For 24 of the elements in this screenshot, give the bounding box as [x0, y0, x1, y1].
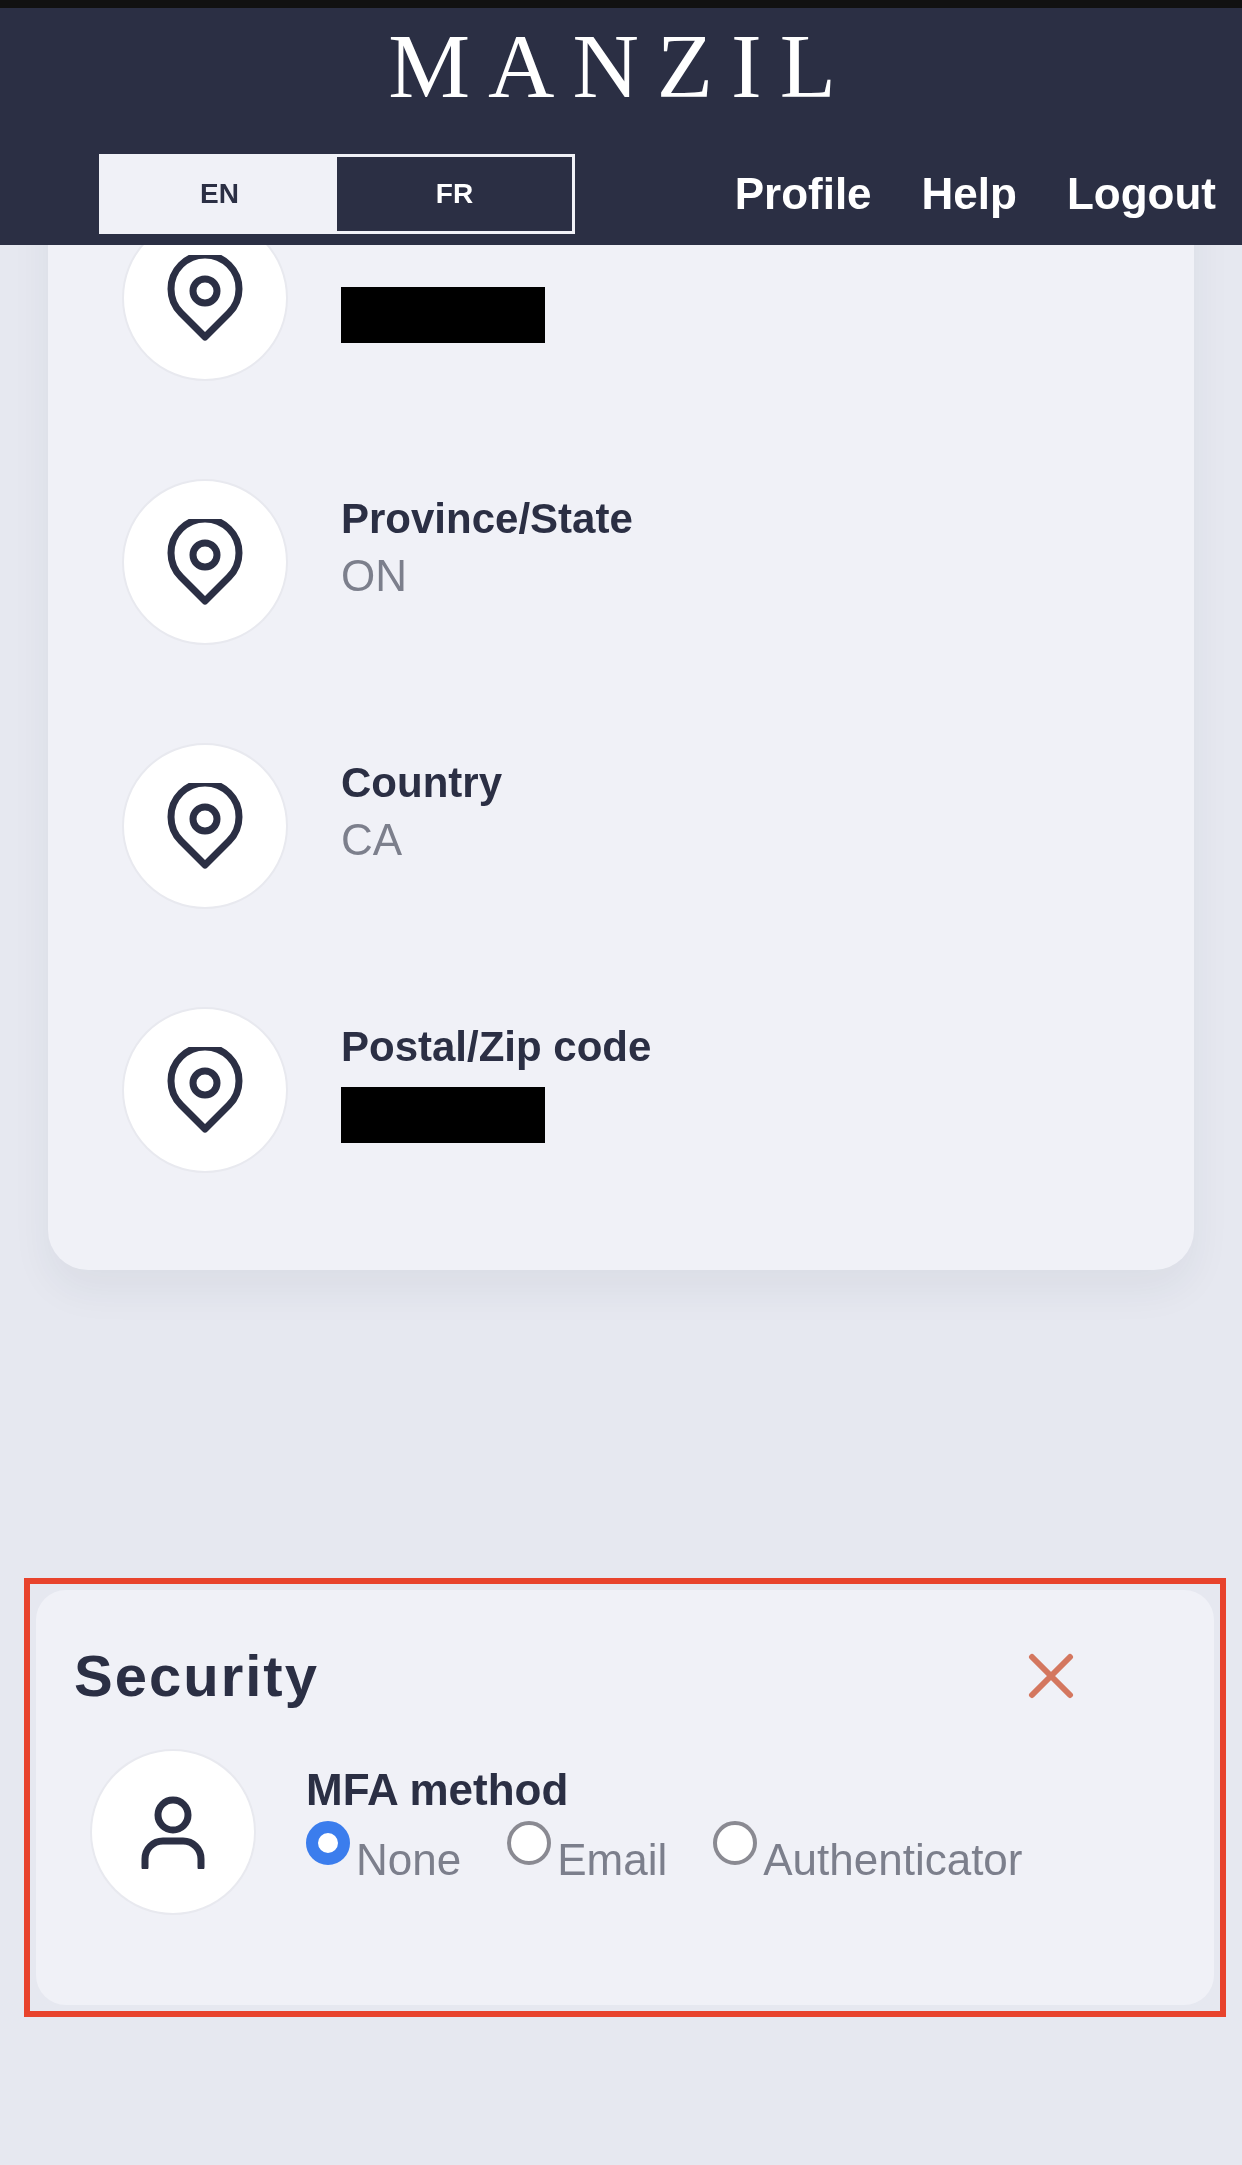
nav-link[interactable]: Profile: [734, 169, 872, 219]
language-button[interactable]: EN: [102, 157, 337, 231]
option-label[interactable]: None: [356, 1821, 462, 1885]
nav-link[interactable]: Logout: [1066, 169, 1216, 219]
nav-link[interactable]: Help: [921, 169, 1017, 219]
field-label: MFA method: [306, 1765, 570, 1815]
option-label[interactable]: Authenticator: [763, 1821, 1023, 1885]
location-pin-icon: [167, 255, 243, 341]
field-value: CA: [341, 815, 403, 865]
section-title: Security: [74, 1642, 319, 1709]
location-pin-icon: [167, 1047, 243, 1133]
radio-button[interactable]: [507, 1821, 552, 1865]
field-label: Postal/Zip code: [341, 1023, 652, 1071]
radio-button[interactable]: [306, 1821, 350, 1865]
close-icon[interactable]: [1028, 1652, 1074, 1699]
field-label: Province/State: [341, 495, 633, 543]
location-pin-icon: [167, 783, 243, 869]
location-pin-icon: [167, 519, 243, 605]
person-icon: [141, 1795, 205, 1869]
logo: MANZIL: [388, 14, 854, 112]
field-label: Country: [341, 759, 502, 807]
field-value: ON: [341, 551, 407, 601]
option-label[interactable]: Email: [557, 1821, 668, 1885]
radio-button[interactable]: [713, 1821, 758, 1865]
